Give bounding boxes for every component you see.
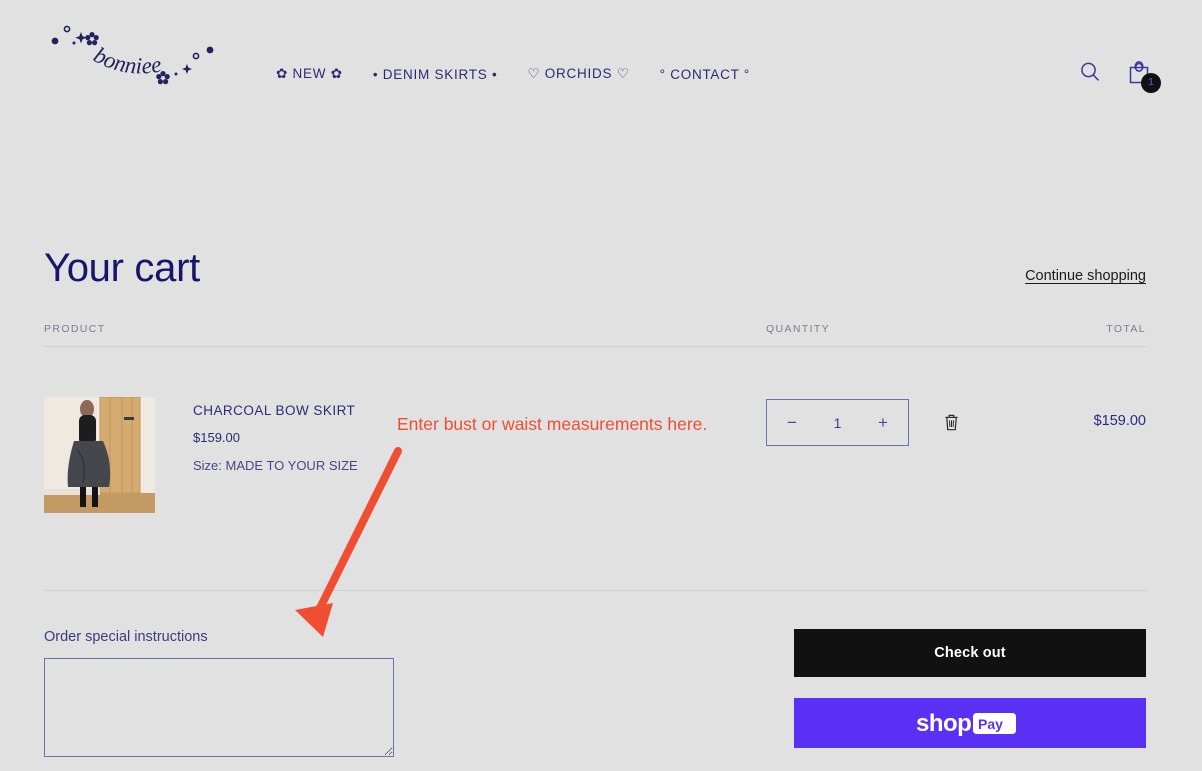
nav-item-contact[interactable]: ° CONTACT ° xyxy=(660,67,750,82)
shop-pay-logo: shop Pay xyxy=(916,710,1016,737)
nav-item-new[interactable]: ✿ NEW ✿ xyxy=(276,66,343,82)
trash-icon xyxy=(945,414,958,431)
product-title[interactable]: CHARCOAL BOW SKIRT xyxy=(193,403,358,418)
cart-item-quantity-cell: − + xyxy=(766,397,996,446)
site-logo[interactable]: bonniee xyxy=(44,8,234,88)
main-content: Your cart Continue shopping PRODUCT QUAN… xyxy=(0,118,1202,762)
svg-text:bonniee: bonniee xyxy=(90,42,163,78)
column-header-quantity: QUANTITY xyxy=(766,323,831,335)
checkout-button[interactable]: Check out xyxy=(794,629,1146,677)
cart-header: Your cart Continue shopping xyxy=(44,118,1146,288)
main-navigation: ✿ NEW ✿ • DENIM SKIRTS • ♡ ORCHIDS ♡ ° C… xyxy=(276,66,750,82)
nav-item-denim-skirts[interactable]: • DENIM SKIRTS • xyxy=(373,67,498,82)
quantity-stepper: − + xyxy=(766,399,909,446)
quantity-increase-button[interactable]: + xyxy=(874,411,892,435)
column-header-total: TOTAL xyxy=(1106,323,1146,335)
logo-graphic: bonniee xyxy=(51,25,214,85)
table-row: CHARCOAL BOW SKIRT $159.00 Size: MADE TO… xyxy=(44,347,1146,513)
search-icon xyxy=(1081,62,1100,81)
order-notes-section: Order special instructions xyxy=(44,629,394,762)
shop-pay-button[interactable]: shop Pay xyxy=(794,698,1146,748)
svg-text:Pay: Pay xyxy=(978,716,1003,732)
quantity-decrease-button[interactable]: − xyxy=(783,411,801,435)
cart-count-badge: 1 xyxy=(1141,73,1161,93)
cart-footer: Order special instructions Check out sho… xyxy=(44,591,1146,762)
product-variant: Size: MADE TO YOUR SIZE xyxy=(193,458,358,473)
search-button[interactable] xyxy=(1078,60,1102,84)
site-header: bonniee ✿ NEW ✿ • DENIM SKIRTS • ♡ ORCHI… xyxy=(0,0,1202,118)
cart-table-header: PRODUCT QUANTITY TOTAL xyxy=(44,323,1146,347)
cart-item-total: $159.00 xyxy=(1093,413,1146,429)
order-notes-label: Order special instructions xyxy=(44,629,208,645)
cart-table: PRODUCT QUANTITY TOTAL CHARCOAL BOW SKIR… xyxy=(44,323,1146,591)
svg-text:shop: shop xyxy=(916,710,971,737)
product-info: CHARCOAL BOW SKIRT $159.00 Size: MADE TO… xyxy=(193,397,358,513)
column-header-product: PRODUCT xyxy=(44,323,106,335)
checkout-section: Check out shop Pay xyxy=(794,629,1146,762)
page-title: Your cart xyxy=(44,246,200,290)
product-image xyxy=(44,397,155,513)
remove-item-button[interactable] xyxy=(939,409,964,436)
continue-shopping-link[interactable]: Continue shopping xyxy=(1025,268,1146,288)
product-thumbnail[interactable] xyxy=(44,397,155,513)
header-actions: 1 xyxy=(1078,58,1161,93)
nav-item-orchids[interactable]: ♡ ORCHIDS ♡ xyxy=(527,66,629,82)
cart-item-product-cell: CHARCOAL BOW SKIRT $159.00 Size: MADE TO… xyxy=(44,397,766,513)
quantity-input[interactable] xyxy=(819,414,856,431)
order-notes-textarea[interactable] xyxy=(44,658,394,757)
cart-button[interactable]: 1 xyxy=(1126,58,1161,93)
product-price: $159.00 xyxy=(193,430,240,445)
